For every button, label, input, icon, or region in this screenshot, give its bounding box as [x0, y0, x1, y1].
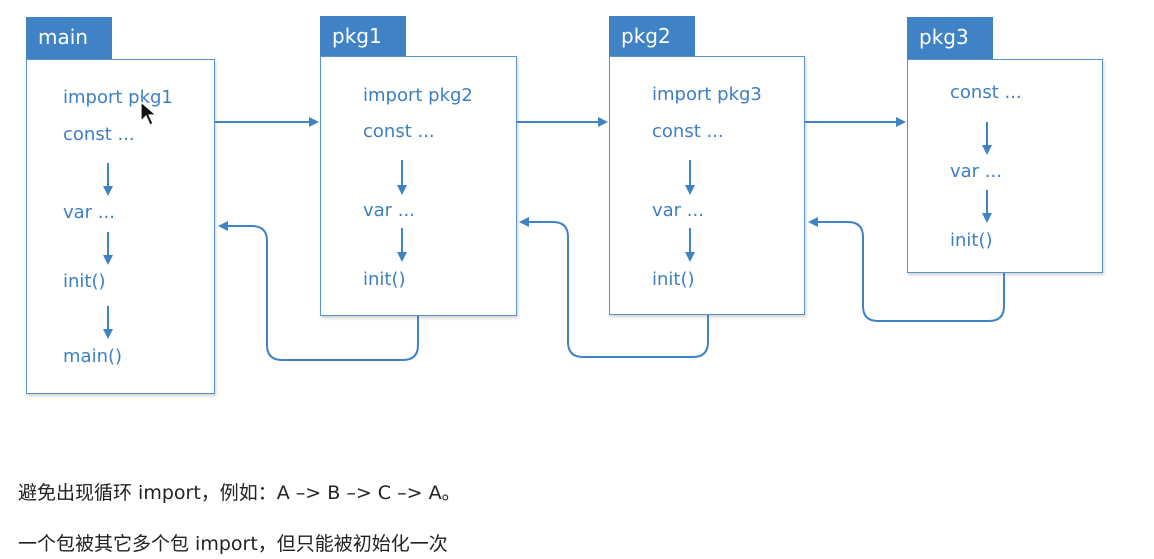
return-arrow-pkg1-to-main — [218, 221, 419, 361]
flow-arrows — [103, 117, 1005, 361]
return-arrow-pkg2-to-pkg1 — [519, 217, 709, 358]
mouse-cursor-icon — [140, 101, 158, 126]
note-circular-import: 避免出现循环 import，例如：A –> B –> C –> A。 — [18, 482, 461, 504]
note-init-once: 一个包被其它多个包 import，但只能被初始化一次 — [18, 533, 448, 555]
return-arrow-pkg3-to-pkg2 — [808, 217, 1005, 322]
